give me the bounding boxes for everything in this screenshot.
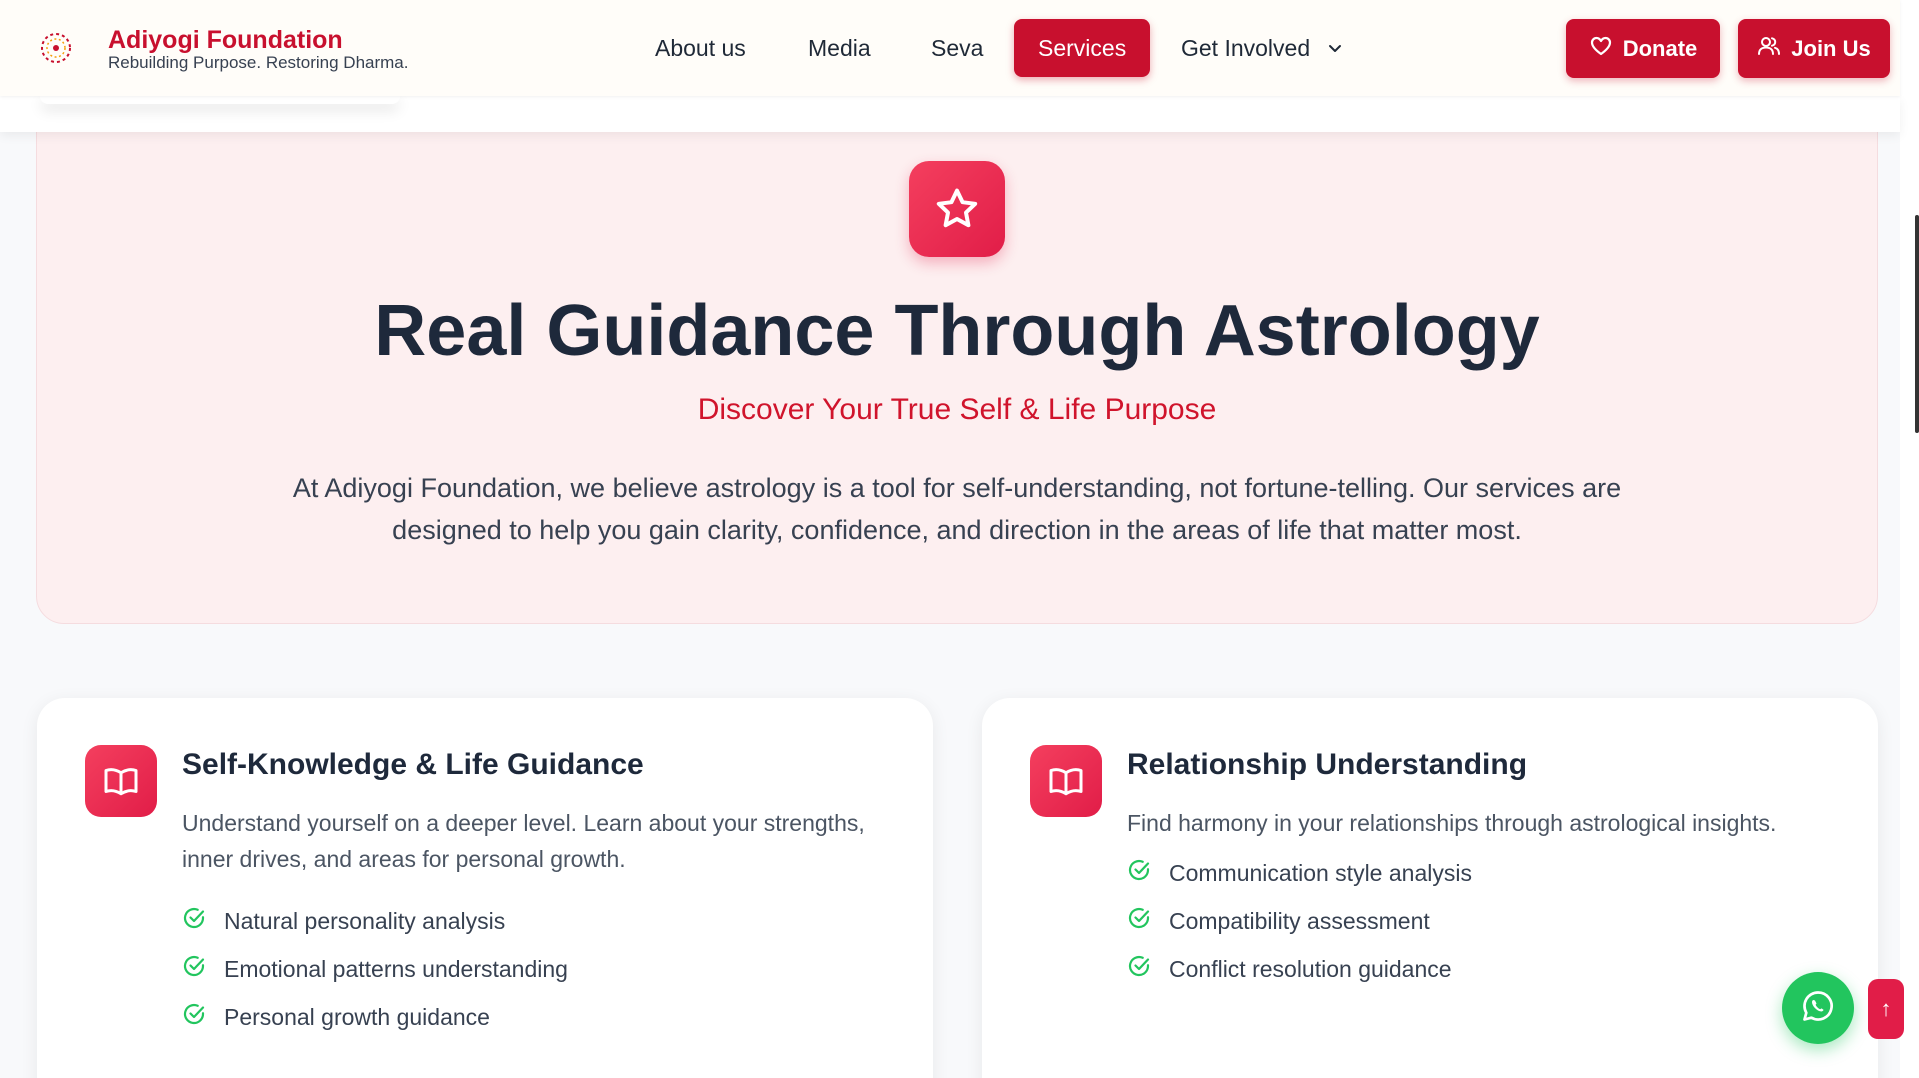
nav-item-services[interactable]: Services xyxy=(1014,19,1151,77)
nav-item-get-involved-label: Get Involved xyxy=(1181,35,1311,61)
feature-item: Personal growth guidance xyxy=(182,1002,490,1032)
nav-item-about[interactable]: About us xyxy=(655,19,746,77)
brand-tagline: Rebuilding Purpose. Restoring Dharma. xyxy=(108,53,409,72)
feature-item: Conflict resolution guidance xyxy=(1127,954,1452,984)
feature-item: Compatibility assessment xyxy=(1127,906,1430,936)
header-extension xyxy=(0,96,1900,132)
site-header: Adiyogi Foundation Rebuilding Purpose. R… xyxy=(0,0,1900,96)
feature-item: Natural personality analysis xyxy=(182,906,505,936)
check-circle-icon xyxy=(182,906,206,936)
join-us-label: Join Us xyxy=(1791,35,1871,61)
nav-item-seva[interactable]: Seva xyxy=(931,19,983,77)
card-description: Find harmony in your relationships throu… xyxy=(1127,810,1777,836)
check-circle-icon xyxy=(1127,906,1151,936)
check-circle-icon xyxy=(182,1002,206,1032)
join-us-button[interactable]: Join Us xyxy=(1738,19,1890,78)
users-icon xyxy=(1757,34,1781,64)
service-card-self-knowledge: Self-Knowledge & Life Guidance Understan… xyxy=(37,698,933,1078)
book-open-icon xyxy=(85,745,157,817)
brand-name[interactable]: Adiyogi Foundation xyxy=(108,26,343,55)
hero-description: At Adiyogi Foundation, we believe astrol… xyxy=(292,473,1622,545)
donate-label: Donate xyxy=(1622,35,1698,61)
whatsapp-button[interactable] xyxy=(1782,972,1854,1044)
hero-title: Real Guidance Through Astrology xyxy=(374,291,1540,371)
page-scrollbar[interactable] xyxy=(1900,0,1919,1078)
nav-item-get-involved[interactable]: Get Involved xyxy=(1181,19,1343,77)
feature-label: Personal growth guidance xyxy=(224,1003,490,1030)
dropdown-shadow xyxy=(40,96,400,104)
scrollbar-thumb[interactable] xyxy=(1915,215,1919,433)
card-title: Self-Knowledge & Life Guidance xyxy=(182,748,644,781)
chevron-down-icon xyxy=(1327,19,1343,77)
nav-item-media[interactable]: Media xyxy=(808,19,871,77)
heart-icon xyxy=(1589,34,1613,64)
feature-item: Emotional patterns understanding xyxy=(182,954,568,984)
whatsapp-icon xyxy=(1800,988,1836,1029)
feature-label: Emotional patterns understanding xyxy=(224,955,568,982)
star-icon xyxy=(909,161,1005,257)
check-circle-icon xyxy=(182,954,206,984)
card-title: Relationship Understanding xyxy=(1127,748,1528,781)
check-circle-icon xyxy=(1127,858,1151,888)
feature-item: Communication style analysis xyxy=(1127,858,1472,888)
service-card-relationship: Relationship Understanding Find harmony … xyxy=(982,698,1878,1078)
feature-label: Compatibility assessment xyxy=(1169,907,1430,934)
donate-button[interactable]: Donate xyxy=(1566,19,1720,78)
card-description: Understand yourself on a deeper level. L… xyxy=(182,810,865,872)
check-circle-icon xyxy=(1127,954,1151,984)
book-open-icon xyxy=(1030,745,1102,817)
hero-subtitle: Discover Your True Self & Life Purpose xyxy=(697,393,1217,426)
feature-label: Communication style analysis xyxy=(1169,859,1472,886)
feature-label: Conflict resolution guidance xyxy=(1169,955,1452,982)
feature-label: Natural personality analysis xyxy=(224,907,506,934)
back-to-top-button[interactable]: ↑ xyxy=(1868,979,1904,1039)
mandala-icon[interactable] xyxy=(38,30,74,66)
